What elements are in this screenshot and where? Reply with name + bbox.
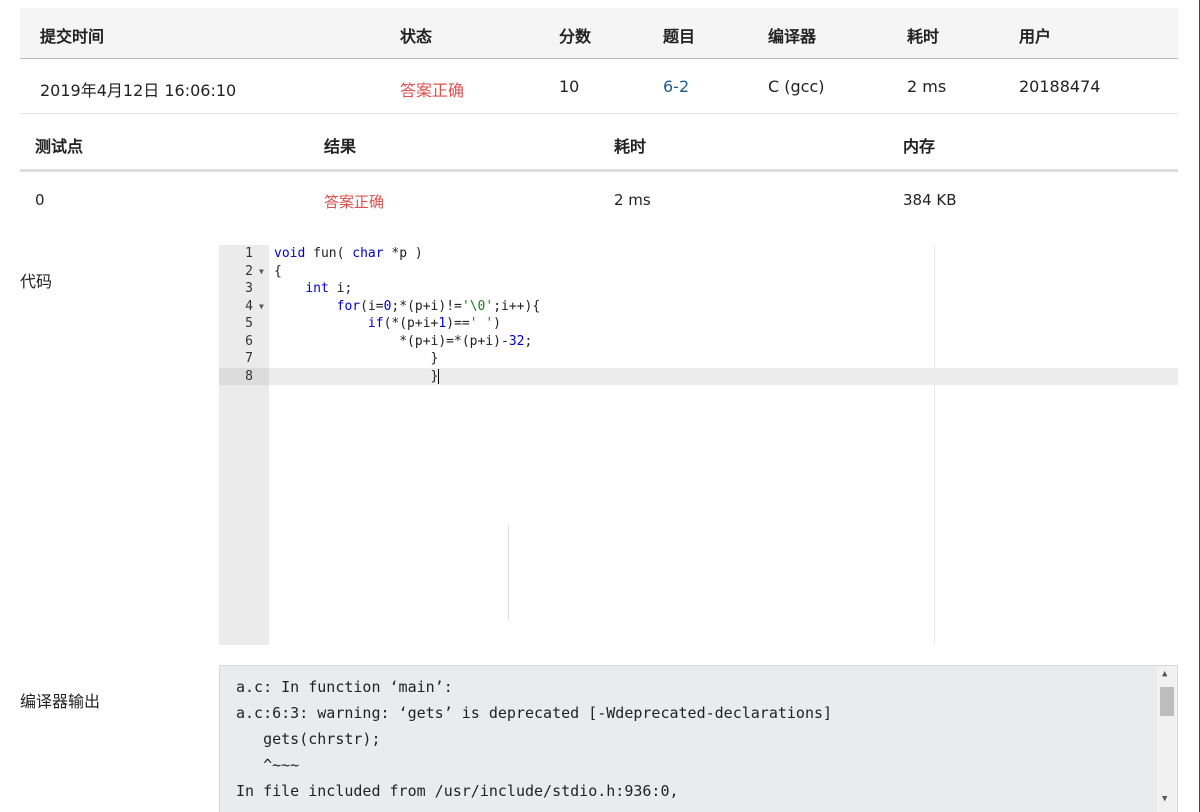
code-line-active: 8 } xyxy=(219,367,1178,385)
submit-time: 2019年4月12日 16:06:10 xyxy=(40,81,237,100)
scrollbar-thumb[interactable] xyxy=(1160,687,1174,716)
output-line: gets(chrstr); xyxy=(236,730,381,748)
code-line: 7 } xyxy=(219,350,1178,368)
compiler-output-box[interactable]: a.c: In function ‘main’: a.c:6:3: warnin… xyxy=(219,665,1178,812)
col-result: 结果 xyxy=(324,137,357,156)
code-text: if(*(p+i+1)==' ') xyxy=(367,316,501,331)
output-line: ^~~~ xyxy=(236,756,300,774)
submission-table-header: 提交时间 状态 分数 题目 编译器 耗时 用户 xyxy=(20,8,1178,59)
code-text: } xyxy=(274,351,439,366)
score-value: 10 xyxy=(559,77,580,96)
line-number: 7 xyxy=(245,351,253,366)
code-text: } xyxy=(274,368,440,384)
fold-toggle-icon[interactable]: ▼ xyxy=(259,263,264,281)
table-row: 2019年4月12日 16:06:10 答案正确 10 6-2 C (gcc) … xyxy=(20,59,1178,114)
code-text: int i; xyxy=(305,281,353,296)
testpoint-table: 测试点 结果 耗时 内存 0 答案正确 2 ms 384 KB xyxy=(20,115,1178,228)
code-text: void fun( char *p ) xyxy=(274,246,423,261)
code-line: 5 if(*(p+i+1)==' ') xyxy=(219,315,1178,333)
testpoint-id: 0 xyxy=(35,191,45,209)
col-memory: 内存 xyxy=(903,137,936,156)
line-number: 4 xyxy=(245,298,253,314)
code-text: { xyxy=(274,263,282,279)
col-user: 用户 xyxy=(1019,27,1052,46)
line-number: 1 xyxy=(245,246,253,261)
testpoint-elapsed: 2 ms xyxy=(614,191,651,209)
fold-toggle-icon[interactable]: ▼ xyxy=(259,298,264,316)
compiler-value: C (gcc) xyxy=(768,77,825,96)
problem-link[interactable]: 6-2 xyxy=(663,77,689,96)
output-line: In file included from /usr/include/stdio… xyxy=(236,782,679,800)
col-status: 状态 xyxy=(400,27,433,46)
line-number: 3 xyxy=(245,281,253,296)
code-text: *(p+i)=*(p+i)-32; xyxy=(274,333,533,349)
scroll-down-icon[interactable]: ▼ xyxy=(1162,794,1167,804)
code-editor[interactable]: 1 void fun( char *p ) 2 ▼ { 3 int i; 4 ▼ f… xyxy=(219,245,1178,645)
code-line: 1 void fun( char *p ) xyxy=(219,245,1178,263)
col-compiler: 编译器 xyxy=(768,27,817,46)
output-line: a.c:6:3: warning: ‘gets’ is deprecated [… xyxy=(236,704,833,722)
col-problem: 题目 xyxy=(663,27,696,46)
elapsed-value: 2 ms xyxy=(907,77,947,96)
indent-guide xyxy=(508,525,509,621)
col-testpoint: 测试点 xyxy=(35,137,84,156)
code-line: 6 *(p+i)=*(p+i)-32; xyxy=(219,333,1178,351)
col-score: 分数 xyxy=(559,27,592,46)
line-number: 2 xyxy=(245,263,253,279)
line-number: 5 xyxy=(245,316,253,331)
table-row: 0 答案正确 2 ms 384 KB xyxy=(20,172,1178,228)
line-number: 6 xyxy=(245,333,253,349)
testpoint-table-header: 测试点 结果 耗时 内存 xyxy=(20,115,1178,172)
output-scrollbar[interactable]: ▲ ▼ xyxy=(1157,666,1177,812)
text-cursor xyxy=(438,368,440,384)
code-line: 2 ▼ { xyxy=(219,263,1178,281)
output-line: a.c: In function ‘main’: xyxy=(236,678,453,696)
code-line: 3 int i; xyxy=(219,280,1178,298)
testpoint-memory: 384 KB xyxy=(903,191,957,209)
submission-table: 提交时间 状态 分数 题目 编译器 耗时 用户 2019年4月12日 16:06… xyxy=(20,8,1178,114)
col-tp-elapsed: 耗时 xyxy=(614,137,647,156)
scroll-up-icon[interactable]: ▲ xyxy=(1162,669,1167,679)
compiler-output-label: 编译器输出 xyxy=(20,692,101,711)
user-value: 20188474 xyxy=(1019,77,1101,96)
code-line: 4 ▼ for(i=0;*(p+i)!='\0';i++){ xyxy=(219,298,1178,316)
code-label: 代码 xyxy=(20,272,53,291)
testpoint-result: 答案正确 xyxy=(324,193,385,211)
line-number: 8 xyxy=(245,368,253,384)
status-badge: 答案正确 xyxy=(400,81,465,100)
col-elapsed: 耗时 xyxy=(907,27,940,46)
col-submit-time: 提交时间 xyxy=(40,27,105,46)
code-text: for(i=0;*(p+i)!='\0';i++){ xyxy=(336,298,541,314)
